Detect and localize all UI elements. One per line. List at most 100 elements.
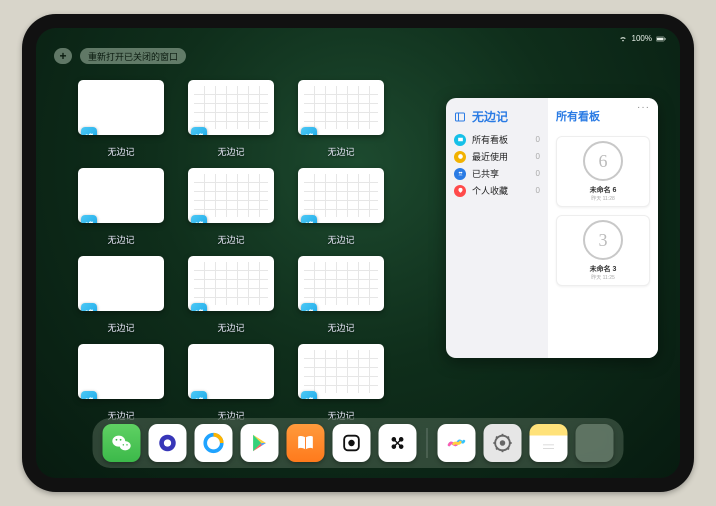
sidebar-menu-item[interactable]: 个人收藏 0 [454, 182, 540, 199]
notes-icon[interactable] [530, 424, 568, 462]
freeform-app-icon [191, 303, 207, 311]
popover-right-column: ··· 所有看板 6 未命名 6昨天 11:28 3 未命名 3昨天 11:25 [548, 98, 658, 358]
window-label: 无边记 [217, 145, 244, 158]
status-bar: 100% [618, 34, 666, 43]
window-tile[interactable]: 无边记 [78, 80, 164, 158]
window-tile[interactable]: 无边记 [298, 344, 384, 422]
top-controls: + 重新打开已关闭的窗口 [54, 48, 186, 64]
freeform-icon[interactable] [438, 424, 476, 462]
popover-app-title-text: 无边记 [472, 108, 508, 125]
window-tile[interactable]: 无边记 [188, 256, 274, 334]
board-card[interactable]: 6 未命名 6昨天 11:28 [556, 136, 650, 207]
menu-count: 0 [536, 135, 540, 144]
window-tile[interactable]: 无边记 [188, 168, 274, 246]
window-thumbnail [188, 168, 274, 223]
freeform-app-icon [81, 303, 97, 311]
sidebar-menu-item[interactable]: 所有看板 0 [454, 131, 540, 148]
boards-list: 6 未命名 6昨天 11:28 3 未命名 3昨天 11:25 [556, 136, 650, 286]
window-tile[interactable]: 无边记 [298, 80, 384, 158]
menu-count: 0 [536, 152, 540, 161]
window-label: 无边记 [217, 321, 244, 334]
freeform-app-icon [191, 127, 207, 135]
play-store-icon[interactable] [241, 424, 279, 462]
freeform-app-icon [301, 391, 317, 399]
new-window-button[interactable]: + [54, 48, 72, 64]
window-label: 无边记 [217, 233, 244, 246]
board-subtitle: 昨天 11:28 [591, 195, 615, 202]
window-thumbnail [188, 344, 274, 399]
popover-menu: 所有看板 0 最近使用 0 已共享 0 个人收藏 0 [454, 131, 540, 199]
window-thumbnail [298, 256, 384, 311]
menu-label: 最近使用 [472, 150, 508, 163]
freeform-app-icon [301, 303, 317, 311]
sidebar-menu-item[interactable]: 已共享 0 [454, 165, 540, 182]
window-label: 无边记 [327, 233, 354, 246]
battery-icon [656, 35, 666, 43]
menu-icon [454, 151, 466, 163]
window-tile[interactable]: 无边记 [188, 344, 274, 422]
menu-icon [454, 185, 466, 197]
more-button[interactable]: ··· [637, 102, 650, 113]
window-label: 无边记 [327, 145, 354, 158]
settings-icon[interactable] [484, 424, 522, 462]
freeform-sidebar-popover: 无边记 所有看板0最近使用0已共享0个人收藏0 ··· 所有看板 6未命名 6昨… [446, 98, 658, 358]
board-title: 未命名 6 [590, 185, 617, 195]
window-thumbnail [78, 80, 164, 135]
board-thumbnail: 6 [583, 141, 623, 181]
freeform-app-icon [301, 127, 317, 135]
menu-icon [454, 168, 466, 180]
window-tile[interactable]: 无边记 [78, 256, 164, 334]
menu-label: 已共享 [472, 167, 499, 180]
window-label: 无边记 [327, 321, 354, 334]
window-thumbnail [78, 256, 164, 311]
game-icon[interactable] [333, 424, 371, 462]
screen: 100% + 重新打开已关闭的窗口 无边记无边记无边记无边记无边记无边记无边记无… [36, 28, 680, 478]
window-label: 无边记 [107, 233, 134, 246]
ipad-frame: 100% + 重新打开已关闭的窗口 无边记无边记无边记无边记无边记无边记无边记无… [22, 14, 694, 492]
window-tile[interactable]: 无边记 [188, 80, 274, 158]
dock [93, 418, 624, 468]
sidebar-menu-item[interactable]: 最近使用 0 [454, 148, 540, 165]
menu-label: 个人收藏 [472, 184, 508, 197]
freeform-app-icon [81, 391, 97, 399]
boards-title: 所有看板 [556, 108, 650, 124]
window-thumbnail [188, 256, 274, 311]
wifi-icon [618, 35, 628, 43]
app-switcher-grid: 无边记无边记无边记无边记无边记无边记无边记无边记无边记无边记无边记无边记 [78, 80, 384, 422]
battery-text: 100% [632, 34, 652, 43]
menu-label: 所有看板 [472, 133, 508, 146]
books-icon[interactable] [287, 424, 325, 462]
window-thumbnail [298, 168, 384, 223]
board-title: 未命名 3 [590, 264, 617, 274]
window-thumbnail [78, 168, 164, 223]
window-thumbnail [298, 80, 384, 135]
window-tile[interactable]: 无边记 [298, 168, 384, 246]
window-tile[interactable]: 无边记 [78, 168, 164, 246]
window-tile[interactable]: 无边记 [78, 344, 164, 422]
board-card[interactable]: 3 未命名 3昨天 11:25 [556, 215, 650, 286]
quark-icon[interactable] [149, 424, 187, 462]
window-label: 无边记 [107, 145, 134, 158]
popover-app-title: 无边记 [454, 108, 540, 125]
qq-browser-icon[interactable] [195, 424, 233, 462]
board-subtitle: 昨天 11:25 [591, 274, 615, 281]
window-label: 无边记 [107, 321, 134, 334]
reopen-closed-window-button[interactable]: 重新打开已关闭的窗口 [80, 48, 186, 64]
window-thumbnail [78, 344, 164, 399]
freeform-app-icon [81, 127, 97, 135]
freeform-app-icon [81, 215, 97, 223]
window-tile[interactable]: 无边记 [298, 256, 384, 334]
wechat-icon[interactable] [103, 424, 141, 462]
freeform-app-icon [191, 391, 207, 399]
menu-icon [454, 134, 466, 146]
app-library-icon[interactable] [576, 424, 614, 462]
camera-connect-icon[interactable] [379, 424, 417, 462]
sidebar-icon [454, 111, 466, 123]
board-thumbnail: 3 [583, 220, 623, 260]
popover-left-column: 无边记 所有看板 0 最近使用 0 已共享 0 个人收藏 0 [446, 98, 548, 358]
menu-count: 0 [536, 186, 540, 195]
window-thumbnail [298, 344, 384, 399]
menu-count: 0 [536, 169, 540, 178]
window-thumbnail [188, 80, 274, 135]
dock-separator [427, 428, 428, 458]
